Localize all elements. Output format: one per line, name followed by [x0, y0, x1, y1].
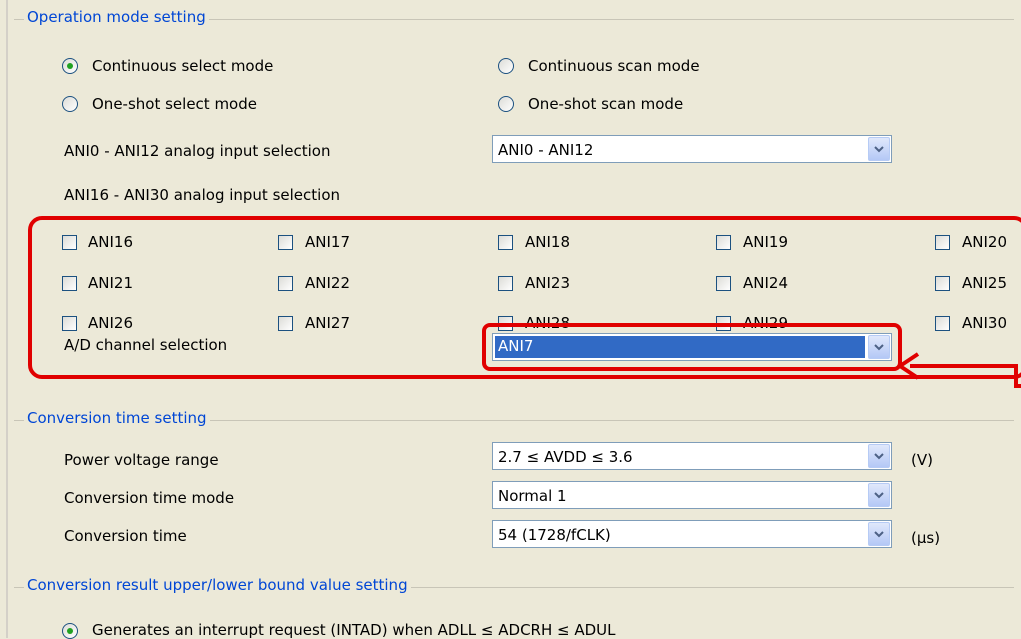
highlight-channel-select — [482, 323, 902, 371]
conversion-time-title: Conversion time setting — [24, 409, 210, 427]
chevron-down-icon[interactable] — [868, 137, 890, 161]
time-unit: (µs) — [911, 529, 941, 547]
radio-continuous-scan-label: Continuous scan mode — [528, 57, 700, 75]
radio-one-shot-select-label: One-shot select mode — [92, 95, 257, 113]
radio-one-shot-scan-label: One-shot scan mode — [528, 95, 684, 113]
conversion-time-mode-value: Normal 1 — [498, 487, 567, 505]
conversion-time-select[interactable]: 54 (1728/fCLK) — [492, 520, 892, 548]
chevron-down-icon[interactable] — [868, 483, 890, 507]
ani0-ani12-label: ANI0 - ANI12 analog input selection — [64, 142, 331, 160]
power-voltage-value: 2.7 ≤ AVDD ≤ 3.6 — [498, 448, 633, 466]
chevron-down-icon[interactable] — [868, 522, 890, 546]
conversion-time-mode-select[interactable]: Normal 1 — [492, 481, 892, 509]
bound-setting-title: Conversion result upper/lower bound valu… — [24, 576, 411, 594]
radio-dot — [67, 63, 73, 69]
radio-generate-interrupt-label: Generates an interrupt request (INTAD) w… — [92, 621, 616, 639]
radio-one-shot-select[interactable] — [62, 96, 78, 112]
radio-dot — [67, 628, 73, 634]
voltage-unit: (V) — [911, 451, 933, 469]
radio-continuous-select[interactable] — [62, 58, 78, 74]
operation-mode-title: Operation mode setting — [24, 8, 209, 26]
chevron-down-icon[interactable] — [868, 444, 890, 468]
power-voltage-select[interactable]: 2.7 ≤ AVDD ≤ 3.6 — [492, 442, 892, 470]
conversion-time-mode-label: Conversion time mode — [64, 489, 235, 507]
conversion-time-label: Conversion time — [64, 527, 187, 545]
ani16-ani30-label: ANI16 - ANI30 analog input selection — [64, 186, 340, 204]
radio-generate-interrupt[interactable] — [62, 623, 78, 639]
settings-panel: Operation mode setting Continuous select… — [6, 0, 1021, 639]
radio-continuous-scan[interactable] — [498, 58, 514, 74]
power-voltage-label: Power voltage range — [64, 451, 219, 469]
conversion-time-value: 54 (1728/fCLK) — [498, 526, 611, 544]
ani0-ani12-value: ANI0 - ANI12 — [498, 141, 594, 159]
ani0-ani12-select[interactable]: ANI0 - ANI12 — [492, 135, 892, 163]
radio-one-shot-scan[interactable] — [498, 96, 514, 112]
annotation-arrow-icon — [898, 352, 1021, 388]
radio-continuous-select-label: Continuous select mode — [92, 57, 274, 75]
